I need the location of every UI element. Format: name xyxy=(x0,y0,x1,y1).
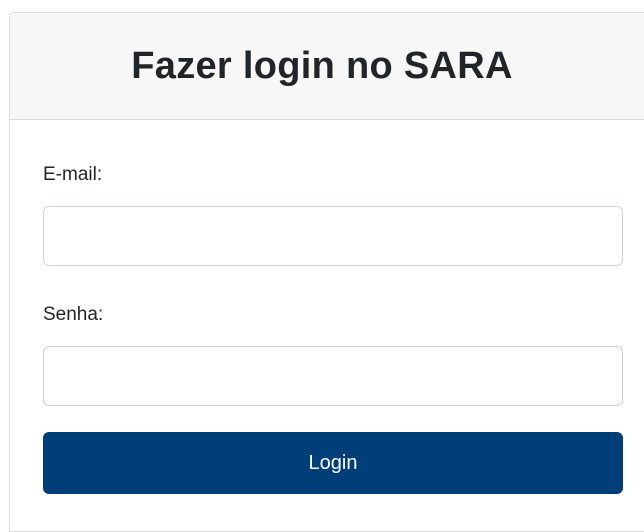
email-field[interactable] xyxy=(43,206,623,266)
card-header: Fazer login no SARA xyxy=(10,13,644,120)
password-label: Senha: xyxy=(43,304,104,325)
email-label: E-mail: xyxy=(43,164,103,185)
page-title: Fazer login no SARA xyxy=(131,44,513,87)
password-field[interactable] xyxy=(43,346,623,406)
login-button[interactable]: Login xyxy=(43,432,623,494)
login-card: Fazer login no SARA E-mail: Senha: Login xyxy=(9,12,644,532)
